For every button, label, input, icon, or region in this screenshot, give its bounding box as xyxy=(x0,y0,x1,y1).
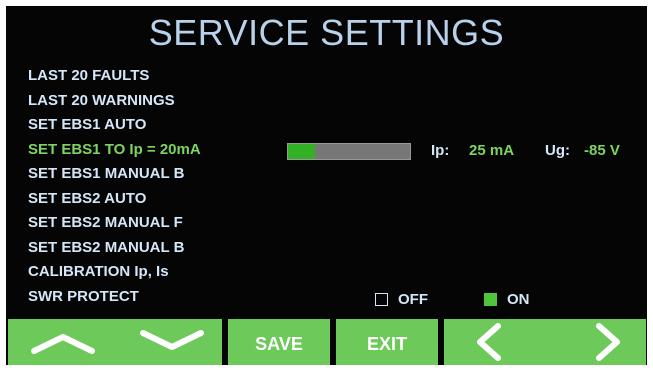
settings-menu: LAST 20 FAULTS LAST 20 WARNINGS SET EBS1… xyxy=(28,64,201,309)
swr-on-label: ON xyxy=(507,291,530,308)
ip-level-bar-fill xyxy=(288,144,315,159)
checkbox-empty-icon xyxy=(375,293,388,306)
chevron-down-icon xyxy=(140,330,204,350)
ug-label: Ug: xyxy=(545,142,570,159)
menu-item-set-ebs1-ip-20ma[interactable]: SET EBS1 TO Ip = 20mA xyxy=(28,138,201,163)
previous-button[interactable] xyxy=(444,319,545,365)
scroll-up-button[interactable] xyxy=(8,319,115,365)
checkbox-filled-icon xyxy=(484,293,497,306)
button-bar: SAVE EXIT xyxy=(6,319,647,365)
chevron-up-icon xyxy=(31,334,95,354)
ug-value: -85 V xyxy=(584,142,620,159)
page-title: SERVICE SETTINGS xyxy=(148,12,505,53)
ip-label: Ip: xyxy=(431,142,450,159)
scroll-up-down-button-group xyxy=(8,319,222,365)
menu-item-swr-protect[interactable]: SWR PROTECT xyxy=(28,285,201,310)
chevron-left-icon xyxy=(477,323,501,361)
swr-off-label: OFF xyxy=(398,291,428,308)
scroll-down-button[interactable] xyxy=(115,319,222,365)
swr-on-option[interactable]: ON xyxy=(484,291,530,308)
ip-value: 25 mA xyxy=(469,142,515,159)
exit-button[interactable]: EXIT xyxy=(336,319,438,365)
menu-item-calibration[interactable]: CALIBRATION Ip, Is xyxy=(28,260,201,285)
menu-item-set-ebs2-auto[interactable]: SET EBS2 AUTO xyxy=(28,187,201,212)
navigation-button-group xyxy=(444,319,646,365)
save-button[interactable]: SAVE xyxy=(228,319,330,365)
menu-item-set-ebs1-manual-b[interactable]: SET EBS1 MANUAL B xyxy=(28,162,201,187)
service-settings-screen: SERVICE SETTINGS LAST 20 FAULTS LAST 20 … xyxy=(6,6,647,365)
next-button[interactable] xyxy=(545,319,646,365)
menu-item-set-ebs2-manual-b[interactable]: SET EBS2 MANUAL B xyxy=(28,236,201,261)
menu-item-set-ebs1-auto[interactable]: SET EBS1 AUTO xyxy=(28,113,201,138)
swr-off-option[interactable]: OFF xyxy=(375,291,428,308)
menu-item-set-ebs2-manual-f[interactable]: SET EBS2 MANUAL F xyxy=(28,211,201,236)
ip-level-bar xyxy=(287,143,411,160)
chevron-right-icon xyxy=(596,323,620,361)
menu-item-last-20-warnings[interactable]: LAST 20 WARNINGS xyxy=(28,89,201,114)
menu-item-last-20-faults[interactable]: LAST 20 FAULTS xyxy=(28,64,201,89)
